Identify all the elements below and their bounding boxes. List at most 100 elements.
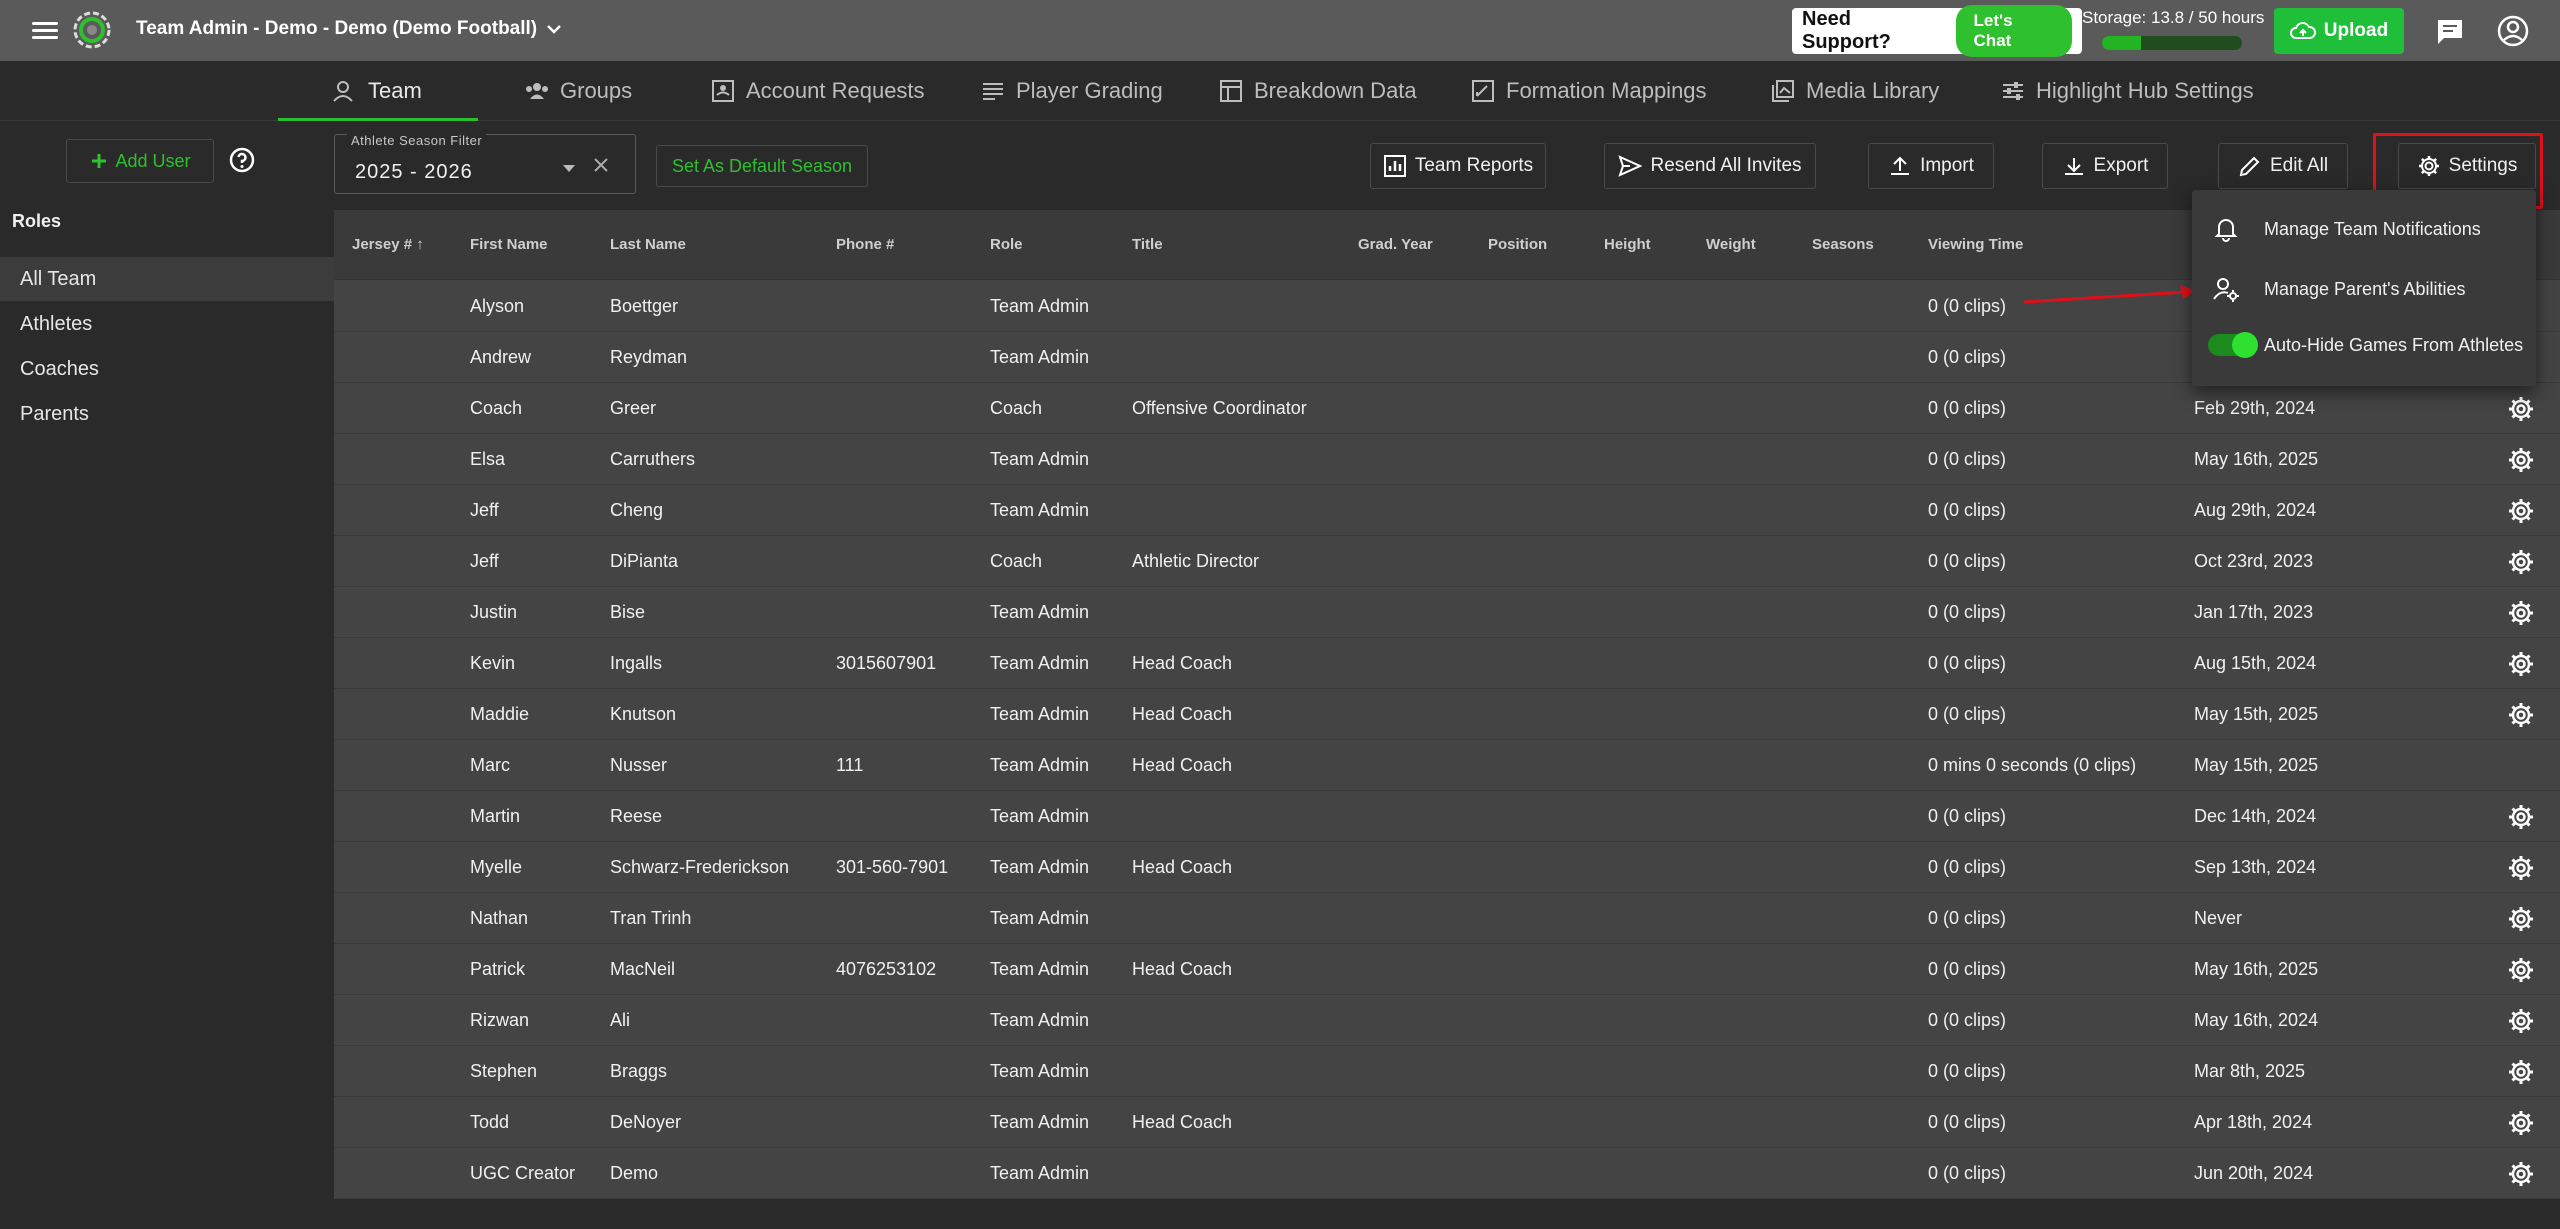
- menu-item-auto-hide-games[interactable]: Auto-Hide Games From Athletes: [2192, 316, 2536, 374]
- table-row[interactable]: Stephen Braggs Team Admin 0 (0 clips) Mar 8t…: [334, 1046, 2560, 1097]
- row-gear-icon[interactable]: [2507, 701, 2535, 729]
- row-gear-icon[interactable]: [2507, 497, 2535, 525]
- sidebar: Add User Roles All Team Athletes Coaches…: [0, 121, 334, 1229]
- cell-viewing-time: 0 (0 clips): [1928, 296, 2007, 316]
- tab-media-library[interactable]: Media Library: [1770, 61, 1939, 121]
- lets-chat-button[interactable]: Let's Chat: [1955, 5, 2072, 57]
- row-gear-icon[interactable]: [2507, 956, 2535, 984]
- sidebar-item-athletes[interactable]: Athletes: [0, 302, 334, 346]
- team-reports-button[interactable]: Team Reports: [1370, 143, 1546, 189]
- row-gear-icon[interactable]: [2507, 854, 2535, 882]
- cell-viewing-time: 0 (0 clips): [1928, 398, 2007, 418]
- auto-hide-toggle[interactable]: [2208, 332, 2258, 358]
- cell-last-name: Knutson: [610, 704, 677, 724]
- col-last-name[interactable]: Last Name: [610, 236, 686, 253]
- col-phone[interactable]: Phone #: [836, 236, 894, 253]
- tab-team[interactable]: Team: [332, 61, 422, 121]
- tab-groups[interactable]: Groups: [524, 61, 632, 121]
- table-row[interactable]: Coach Greer Coach Offensive Coordinator 0 (0…: [334, 383, 2560, 434]
- edit-all-button[interactable]: Edit All: [2218, 143, 2348, 189]
- tab-label: Account Requests: [746, 78, 925, 103]
- resend-invites-button[interactable]: Resend All Invites: [1604, 143, 1816, 189]
- table-row[interactable]: Kevin Ingalls 3015607901 Team Admin Head Coa…: [334, 638, 2560, 689]
- table-row[interactable]: Jeff Cheng Team Admin 0 (0 clips) Aug 29th, …: [334, 485, 2560, 536]
- row-gear-icon[interactable]: [2507, 548, 2535, 576]
- col-title[interactable]: Title: [1132, 236, 1163, 253]
- cell-title: Head Coach: [1132, 959, 1233, 979]
- table-row[interactable]: UGC Creator Demo Team Admin 0 (0 clips) Jun …: [334, 1148, 2560, 1199]
- cell-title: Offensive Coordinator: [1132, 398, 1307, 418]
- table-row[interactable]: Elsa Carruthers Team Admin 0 (0 clips) May 1…: [334, 434, 2560, 485]
- team-selector[interactable]: Team Admin - Demo - Demo (Demo Football): [136, 18, 563, 40]
- row-gear-icon[interactable]: [2507, 1058, 2535, 1086]
- cell-role: Coach: [990, 398, 1043, 418]
- sidebar-item-all-team[interactable]: All Team: [0, 257, 334, 301]
- menu-item-manage-parents-abilities[interactable]: Manage Parent's Abilities: [2192, 260, 2536, 318]
- row-gear-icon[interactable]: [2507, 599, 2535, 627]
- app-logo[interactable]: [72, 10, 112, 50]
- tab-label: Team: [368, 78, 422, 103]
- menu-item-manage-team-notifications[interactable]: Manage Team Notifications: [2192, 200, 2536, 258]
- export-button[interactable]: Export: [2042, 143, 2168, 189]
- row-gear-icon[interactable]: [2507, 803, 2535, 831]
- tab-label: Formation Mappings: [1506, 78, 1707, 103]
- sidebar-item-coaches[interactable]: Coaches: [0, 347, 334, 391]
- tab-account-requests[interactable]: Account Requests: [710, 61, 925, 121]
- row-gear-icon[interactable]: [2507, 446, 2535, 474]
- col-height[interactable]: Height: [1604, 236, 1651, 253]
- col-seasons[interactable]: Seasons: [1812, 236, 1874, 253]
- tab-breakdown-data[interactable]: Breakdown Data: [1218, 61, 1417, 121]
- table-row[interactable]: Maddie Knutson Team Admin Head Coach 0 (0 cl…: [334, 689, 2560, 740]
- tab-player-grading[interactable]: Player Grading: [980, 61, 1163, 121]
- col-jersey[interactable]: Jersey # ↑: [352, 236, 424, 253]
- row-gear-icon[interactable]: [2507, 905, 2535, 933]
- settings-button[interactable]: Settings: [2398, 143, 2536, 189]
- cell-last-name: MacNeil: [610, 959, 676, 979]
- sidebar-item-parents[interactable]: Parents: [0, 392, 334, 436]
- col-role[interactable]: Role: [990, 236, 1023, 253]
- tab-label: Breakdown Data: [1254, 78, 1417, 103]
- clear-icon[interactable]: [591, 155, 611, 175]
- tab-highlight-hub-settings[interactable]: Highlight Hub Settings: [2000, 61, 2254, 121]
- table-row[interactable]: Todd DeNoyer Team Admin Head Coach 0 (0 clip…: [334, 1097, 2560, 1148]
- table-row[interactable]: Martin Reese Team Admin 0 (0 clips) Dec 14th…: [334, 791, 2560, 842]
- row-gear-icon[interactable]: [2507, 650, 2535, 678]
- account-icon[interactable]: [2496, 14, 2530, 48]
- col-weight[interactable]: Weight: [1706, 236, 1756, 253]
- set-default-season-button[interactable]: Set As Default Season: [656, 145, 868, 187]
- col-viewing-time[interactable]: Viewing Time: [1928, 236, 2023, 253]
- menu-icon[interactable]: [28, 18, 62, 44]
- cell-last-active: Aug 15th, 2024: [2194, 653, 2317, 673]
- table-row[interactable]: Patrick MacNeil 4076253102 Team Admin Head C…: [334, 944, 2560, 995]
- row-gear-icon[interactable]: [2507, 1007, 2535, 1035]
- dropdown-caret-icon[interactable]: [563, 165, 575, 172]
- upload-button[interactable]: Upload: [2274, 8, 2404, 54]
- chat-bubble-icon[interactable]: [2434, 16, 2466, 46]
- table-row[interactable]: Marc Nusser 111 Team Admin Head Coach 0 mins …: [334, 740, 2560, 791]
- table-row[interactable]: Nathan Tran Trinh Team Admin 0 (0 clips) Nev…: [334, 893, 2560, 944]
- row-gear-icon[interactable]: [2507, 1109, 2535, 1137]
- cell-viewing-time: 0 (0 clips): [1928, 1112, 2007, 1132]
- help-icon[interactable]: [228, 146, 256, 174]
- row-gear-icon[interactable]: [2507, 395, 2535, 423]
- cell-last-name: Reydman: [610, 347, 688, 367]
- cell-role: Team Admin: [990, 908, 1090, 928]
- cell-viewing-time: 0 (0 clips): [1928, 602, 2007, 622]
- sort-arrow-up-icon: ↑: [416, 236, 424, 253]
- col-grad-year[interactable]: Grad. Year: [1358, 236, 1433, 253]
- team-title: Team Admin - Demo - Demo (Demo Football): [136, 18, 538, 39]
- add-user-button[interactable]: Add User: [66, 139, 214, 183]
- cell-role: Team Admin: [990, 1010, 1090, 1030]
- row-gear-icon[interactable]: [2507, 1160, 2535, 1188]
- table-row[interactable]: Rizwan Ali Team Admin 0 (0 clips) May 16th, …: [334, 995, 2560, 1046]
- import-button[interactable]: Import: [1868, 143, 1994, 189]
- tab-formation-mappings[interactable]: Formation Mappings: [1470, 61, 1707, 121]
- athlete-season-filter[interactable]: Athlete Season Filter 2025 - 2026: [334, 133, 636, 194]
- col-first-name[interactable]: First Name: [470, 236, 548, 253]
- cell-role: Team Admin: [990, 653, 1090, 673]
- table-row[interactable]: Myelle Schwarz-Frederickson 301-560-7901 Te…: [334, 842, 2560, 893]
- table-row[interactable]: Jeff DiPianta Coach Athletic Director 0 (0 c…: [334, 536, 2560, 587]
- col-position[interactable]: Position: [1488, 236, 1547, 253]
- cell-first-name: Myelle: [470, 857, 523, 877]
- table-row[interactable]: Justin Bise Team Admin 0 (0 clips) Jan 17th,…: [334, 587, 2560, 638]
